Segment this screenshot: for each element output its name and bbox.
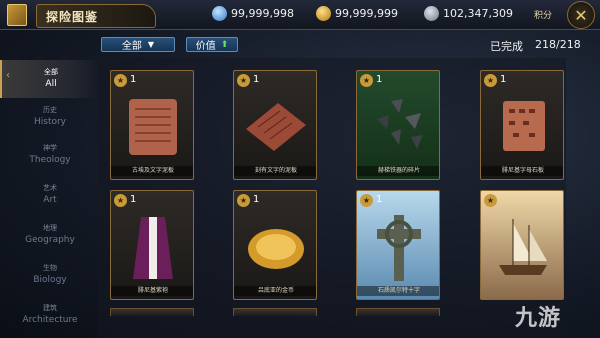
sidebar-item-label-cn: 生物 <box>43 264 57 272</box>
chevron-down-icon: ▼ <box>147 40 155 49</box>
sidebar-item-label-en: Geography <box>25 235 75 245</box>
iron-shards-icon <box>377 99 423 149</box>
card-row-partial <box>233 308 317 316</box>
gold-coin-icon <box>248 229 304 269</box>
sidebar-item-all[interactable]: ‹ 全部 All <box>0 60 100 98</box>
card-name: 石质凯尔特十字 <box>357 286 439 296</box>
collection-card[interactable]: ★ 1 古埃及文字泥板 <box>110 70 194 180</box>
clay-tablet-icon <box>129 99 177 155</box>
card-count: 1 <box>253 194 260 205</box>
clay-tablet-icon <box>246 103 306 151</box>
card-row-partial <box>356 308 440 316</box>
star-icon: ★ <box>114 74 127 87</box>
page-title: 探险图鉴 <box>46 10 99 24</box>
stone-tablet-icon <box>503 101 545 151</box>
sidebar-item-label-cn: 全部 <box>44 68 58 76</box>
card-count: 1 <box>253 74 260 85</box>
card-count: 1 <box>500 74 507 85</box>
silver-value: 102,347,309 <box>443 6 513 20</box>
silver-coin-icon <box>424 5 439 21</box>
sailing-ship-icon <box>499 219 547 275</box>
resource-silver: 102,347,309 <box>424 3 513 23</box>
book-icon <box>7 4 27 26</box>
close-button[interactable]: ✕ <box>567 1 595 29</box>
sidebar-item-label-en: Theology <box>29 155 71 165</box>
collection-card[interactable]: ★ 1 腓尼基紫袍 <box>110 190 194 300</box>
points-label[interactable]: 积分 <box>534 8 552 21</box>
sidebar-item-art[interactable]: 艺术 Art <box>0 176 100 214</box>
top-bar: 探险图鉴 99,999,998 99,999,999 102,347,309 积… <box>0 0 600 30</box>
sidebar-item-label-cn: 神学 <box>43 144 57 152</box>
card-name: 腓尼基字母石板 <box>481 166 563 176</box>
category-filter-dropdown[interactable]: 全部 ▼ <box>101 37 175 52</box>
diamond-icon <box>212 5 227 21</box>
sidebar-item-label-en: Biology <box>33 275 67 285</box>
watermark: 九游 <box>515 306 562 331</box>
gold-coin-icon <box>316 5 331 21</box>
card-name: 吕底亚的金币 <box>234 286 316 296</box>
completion-label: 已完成 <box>490 40 523 53</box>
star-icon: ★ <box>484 194 497 207</box>
star-icon: ★ <box>360 194 373 207</box>
celtic-cross-icon <box>377 215 421 281</box>
resource-gold: 99,999,999 <box>316 3 398 23</box>
sidebar-item-label-en: Art <box>43 195 57 205</box>
gold-value: 99,999,999 <box>335 6 398 20</box>
sidebar-item-theology[interactable]: 神学 Theology <box>0 136 100 174</box>
card-name: 赫梯铁器的碎片 <box>357 166 439 176</box>
collection-card[interactable]: ★ 1 石质凯尔特十字 <box>356 190 440 300</box>
star-icon: ★ <box>114 194 127 207</box>
card-count: 1 <box>376 194 383 205</box>
sidebar-item-geography[interactable]: 地理 Geography <box>0 216 100 254</box>
diamond-value: 99,999,998 <box>231 6 294 20</box>
card-count: 1 <box>376 74 383 85</box>
sidebar-item-label-cn: 艺术 <box>43 184 57 192</box>
sidebar-item-label-en: Architecture <box>22 315 78 325</box>
star-icon: ★ <box>237 194 250 207</box>
star-icon: ★ <box>360 74 373 87</box>
collection-card[interactable]: ★ 1 刻有文字的泥板 <box>233 70 317 180</box>
filter-all-label: 全部 <box>121 41 142 52</box>
arrow-up-icon: ⬆ <box>220 39 229 50</box>
sidebar-item-label-cn: 地理 <box>43 224 57 232</box>
purple-robe-icon <box>133 217 173 279</box>
star-icon: ★ <box>237 74 250 87</box>
category-sidebar: ‹ 全部 All 历史 History 神学 Theology 艺术 Art 地理 Geog… <box>0 60 100 338</box>
card-name: 腓尼基紫袍 <box>111 286 193 296</box>
star-icon: ★ <box>484 74 497 87</box>
collection-card[interactable]: ★ 1 吕底亚的金币 <box>233 190 317 300</box>
card-name: 刻有文字的泥板 <box>234 166 316 176</box>
collection-card[interactable]: ★ 1 腓尼基字母石板 <box>480 70 564 180</box>
sidebar-item-biology[interactable]: 生物 Biology <box>0 256 100 294</box>
sidebar-item-label-en: History <box>33 117 67 127</box>
collection-card[interactable]: ★ <box>480 190 564 300</box>
completion-count: 218/218 <box>535 38 581 51</box>
back-button[interactable] <box>2 0 32 30</box>
sidebar-item-label-en: All <box>45 79 57 89</box>
sidebar-item-label-cn: 建筑 <box>43 304 57 312</box>
card-name: 古埃及文字泥板 <box>111 166 193 176</box>
card-row-partial <box>110 308 194 316</box>
chevron-left-icon: ‹ <box>6 70 10 81</box>
card-count: 1 <box>130 74 137 85</box>
sidebar-item-architecture[interactable]: 建筑 Architecture <box>0 296 100 334</box>
sort-value-label: 价值 <box>195 41 216 52</box>
close-icon: ✕ <box>574 5 588 25</box>
collection-card[interactable]: ★ 1 赫梯铁器的碎片 <box>356 70 440 180</box>
sort-by-value-button[interactable]: 价值 ⬆ <box>186 37 238 52</box>
card-count: 1 <box>130 194 137 205</box>
sidebar-item-history[interactable]: 历史 History <box>0 98 100 136</box>
sidebar-item-label-cn: 历史 <box>43 106 57 114</box>
resource-diamonds: 99,999,998 <box>212 3 294 23</box>
